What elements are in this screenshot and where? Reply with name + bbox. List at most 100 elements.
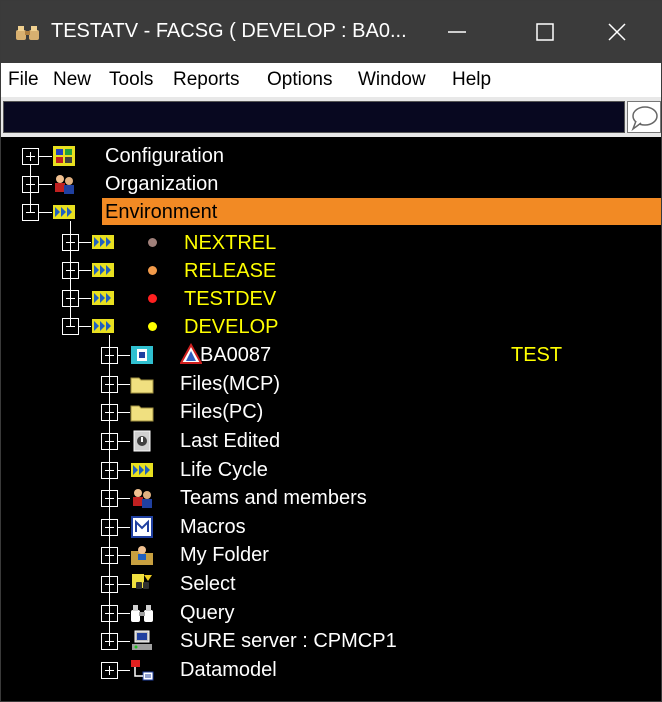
status-dot [148, 294, 157, 303]
last-edited-icon [133, 430, 151, 452]
tree-connector [118, 641, 130, 642]
tree-label: Files(PC) [180, 401, 264, 423]
expand-icon[interactable] [101, 376, 118, 393]
expand-icon[interactable] [101, 433, 118, 450]
tree-label: BA0087 [200, 344, 272, 366]
command-bar [1, 97, 661, 137]
expand-icon[interactable] [62, 234, 79, 251]
folder-icon [130, 377, 154, 394]
tree-connector [118, 470, 130, 471]
binoculars-icon [131, 605, 153, 622]
expand-icon[interactable] [22, 176, 39, 193]
tree-label: Teams and members [180, 487, 367, 509]
close-button[interactable] [573, 1, 661, 63]
tree-label: Organization [105, 173, 219, 195]
expand-icon[interactable] [101, 490, 118, 507]
tree-connector [118, 584, 130, 585]
tree-connector [79, 242, 91, 243]
tree-label: Query [180, 602, 235, 624]
tree-connector [118, 555, 130, 556]
speech-bubble-icon [631, 106, 658, 132]
tree-label: Last Edited [180, 430, 281, 452]
minimize-button[interactable] [413, 1, 501, 63]
tree-connector [118, 670, 130, 671]
tree-label: Datamodel [180, 659, 277, 681]
speech-bubble-button[interactable] [627, 101, 661, 133]
command-input[interactable] [3, 101, 625, 133]
menu-new[interactable]: New [53, 69, 91, 91]
server-icon [132, 630, 152, 650]
status-dot [148, 238, 157, 247]
title-bar[interactable]: TESTATV - FACSG ( DEVELOP : BA0... [1, 1, 661, 63]
expand-icon[interactable] [22, 148, 39, 165]
status-dot [148, 266, 157, 275]
configuration-icon [53, 146, 75, 166]
folder-icon [130, 405, 154, 422]
tree-connector [79, 326, 91, 327]
select-icon [132, 574, 152, 589]
expand-icon[interactable] [101, 404, 118, 421]
expand-icon[interactable] [101, 462, 118, 479]
life-cycle-icon [131, 463, 153, 477]
tree-label: Files(MCP) [180, 373, 280, 395]
tree-connector [118, 613, 130, 614]
my-folder-icon [131, 546, 153, 565]
collapse-icon[interactable] [22, 204, 39, 221]
tree-label: SURE server : CPMCP1 [180, 630, 397, 652]
environment-icon [92, 235, 114, 249]
expand-icon[interactable] [101, 662, 118, 679]
expand-icon[interactable] [101, 633, 118, 650]
expand-icon[interactable] [101, 605, 118, 622]
environment-icon [92, 291, 114, 305]
tree-label: RELEASE [184, 260, 277, 282]
organization-icon [55, 175, 74, 194]
status-dot [148, 322, 157, 331]
environment-tag: TEST [511, 344, 563, 366]
expand-icon[interactable] [101, 547, 118, 564]
tree-connector [118, 498, 130, 499]
maximize-icon [536, 23, 554, 41]
tree-connector [118, 441, 130, 442]
menu-reports[interactable]: Reports [173, 69, 240, 91]
tree-label: Select [180, 573, 236, 595]
tree-connector [39, 212, 52, 213]
collapse-icon[interactable] [62, 318, 79, 335]
tree-connector [39, 156, 52, 157]
tree-label: TESTDEV [184, 288, 277, 310]
menu-tools[interactable]: Tools [109, 69, 153, 91]
tree-label: DEVELOP [184, 316, 279, 338]
menu-bar: File New Tools Reports Options Window He… [1, 63, 661, 97]
expand-icon[interactable] [62, 290, 79, 307]
menu-help[interactable]: Help [452, 69, 491, 91]
menu-window[interactable]: Window [358, 69, 426, 91]
tree-connector [118, 384, 130, 385]
close-icon [608, 23, 626, 41]
tree-label: Life Cycle [180, 459, 268, 481]
tree-label: NEXTREL [184, 232, 277, 254]
project-icon [131, 346, 153, 364]
tree-connector [118, 355, 130, 356]
warning-icon [180, 343, 202, 364]
menu-options[interactable]: Options [267, 69, 332, 91]
datamodel-icon [131, 660, 154, 681]
tree-connector [79, 270, 91, 271]
teams-icon [133, 489, 152, 508]
application-window: TESTATV - FACSG ( DEVELOP : BA0... File … [0, 0, 662, 702]
expand-icon[interactable] [62, 262, 79, 279]
tree-connector [79, 298, 91, 299]
binoculars-icon [16, 26, 39, 40]
tree-label: My Folder [180, 544, 269, 566]
environment-icon [92, 263, 114, 277]
expand-icon[interactable] [101, 519, 118, 536]
expand-icon[interactable] [101, 347, 118, 364]
tree-label: Configuration [105, 145, 224, 167]
tree-label: Environment [105, 201, 218, 223]
window-title: TESTATV - FACSG ( DEVELOP : BA0... [51, 20, 407, 42]
environment-icon [92, 319, 114, 333]
minimize-icon [448, 31, 466, 33]
tree-connector [118, 412, 130, 413]
menu-file[interactable]: File [8, 69, 39, 91]
tree-connector [118, 527, 130, 528]
expand-icon[interactable] [101, 576, 118, 593]
tree-connector [39, 184, 52, 185]
